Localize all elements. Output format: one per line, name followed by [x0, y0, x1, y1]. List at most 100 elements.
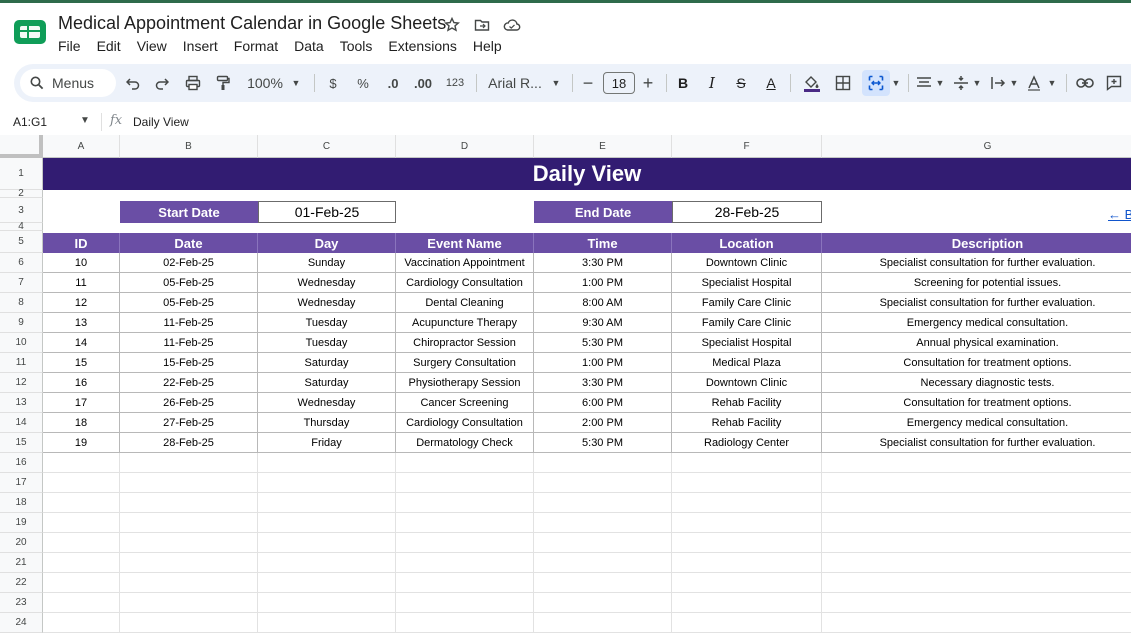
- currency-format-button[interactable]: $: [324, 64, 342, 102]
- empty-cell[interactable]: [43, 453, 120, 473]
- row-header-11[interactable]: 11: [0, 353, 43, 373]
- cell-date[interactable]: 15-Feb-25: [120, 353, 258, 373]
- row-header-17[interactable]: 17: [0, 473, 43, 493]
- row-header-21[interactable]: 21: [0, 553, 43, 573]
- text-color-button[interactable]: A: [762, 64, 780, 102]
- text-rotation-icon[interactable]: [1024, 64, 1044, 102]
- cell-description[interactable]: Screening for potential issues.: [822, 273, 1131, 293]
- empty-cell[interactable]: [534, 453, 672, 473]
- decrease-decimal-button[interactable]: .0: [382, 64, 404, 102]
- empty-cell[interactable]: [120, 473, 258, 493]
- search-menus-button[interactable]: Menus: [20, 69, 116, 97]
- table-header-date[interactable]: Date: [120, 233, 258, 253]
- cell-day[interactable]: Tuesday: [258, 313, 396, 333]
- empty-cell[interactable]: [258, 473, 396, 493]
- empty-cell[interactable]: [120, 493, 258, 513]
- bold-button[interactable]: B: [674, 64, 692, 102]
- cell-description[interactable]: Specialist consultation for further eval…: [822, 293, 1131, 313]
- cell-id[interactable]: 15: [43, 353, 120, 373]
- empty-cell[interactable]: [672, 493, 822, 513]
- cell-day[interactable]: Thursday: [258, 413, 396, 433]
- menu-file[interactable]: File: [50, 38, 89, 54]
- empty-cell[interactable]: [258, 513, 396, 533]
- cell-location[interactable]: Downtown Clinic: [672, 253, 822, 273]
- cell-location[interactable]: Family Care Clinic: [672, 313, 822, 333]
- cell-id[interactable]: 16: [43, 373, 120, 393]
- text-wrapping-icon[interactable]: [988, 64, 1008, 102]
- table-header-day[interactable]: Day: [258, 233, 396, 253]
- empty-cell[interactable]: [396, 613, 534, 633]
- empty-cell[interactable]: [258, 453, 396, 473]
- back-link[interactable]: ← B: [1108, 207, 1131, 222]
- row-header-6[interactable]: 6: [0, 253, 43, 273]
- cell-date[interactable]: 05-Feb-25: [120, 273, 258, 293]
- name-box[interactable]: A1:G1: [13, 115, 47, 129]
- empty-cell[interactable]: [258, 493, 396, 513]
- cell-id[interactable]: 12: [43, 293, 120, 313]
- wrap-dropdown-icon[interactable]: ▼: [1008, 64, 1020, 102]
- empty-cell[interactable]: [534, 553, 672, 573]
- empty-cell[interactable]: [120, 573, 258, 593]
- empty-cell[interactable]: [258, 553, 396, 573]
- empty-cell[interactable]: [822, 573, 1131, 593]
- empty-cell[interactable]: [258, 593, 396, 613]
- cell-event-name[interactable]: Vaccination Appointment: [396, 253, 534, 273]
- sheet-title-banner[interactable]: Daily View: [43, 158, 1131, 190]
- cell-time[interactable]: 5:30 PM: [534, 333, 672, 353]
- document-title[interactable]: Medical Appointment Calendar in Google S…: [58, 13, 446, 34]
- cell-id[interactable]: 13: [43, 313, 120, 333]
- cell-day[interactable]: Saturday: [258, 353, 396, 373]
- table-header-location[interactable]: Location: [672, 233, 822, 253]
- column-header-g[interactable]: G: [822, 135, 1131, 158]
- empty-cell[interactable]: [822, 533, 1131, 553]
- sheets-logo-icon[interactable]: [14, 20, 46, 44]
- empty-cell[interactable]: [672, 593, 822, 613]
- row-header-2[interactable]: 2: [0, 188, 43, 199]
- cell-event-name[interactable]: Dermatology Check: [396, 433, 534, 453]
- row-header-12[interactable]: 12: [0, 373, 43, 393]
- cell-day[interactable]: Wednesday: [258, 393, 396, 413]
- font-family-select[interactable]: Arial R...: [484, 64, 546, 102]
- cell-time[interactable]: 3:30 PM: [534, 253, 672, 273]
- horizontal-align-icon[interactable]: [914, 64, 934, 102]
- empty-cell[interactable]: [534, 533, 672, 553]
- cell-event-name[interactable]: Acupuncture Therapy: [396, 313, 534, 333]
- cell-event-name[interactable]: Cardiology Consultation: [396, 413, 534, 433]
- row-header-14[interactable]: 14: [0, 413, 43, 433]
- empty-cell[interactable]: [396, 533, 534, 553]
- empty-cell[interactable]: [672, 473, 822, 493]
- cell-location[interactable]: Medical Plaza: [672, 353, 822, 373]
- cell-day[interactable]: Sunday: [258, 253, 396, 273]
- empty-cell[interactable]: [396, 513, 534, 533]
- cell-event-name[interactable]: Surgery Consultation: [396, 353, 534, 373]
- font-size-increase-button[interactable]: +: [640, 64, 656, 102]
- cell-id[interactable]: 19: [43, 433, 120, 453]
- row-header-23[interactable]: 23: [0, 593, 43, 613]
- cell-location[interactable]: Specialist Hospital: [672, 333, 822, 353]
- cell-id[interactable]: 11: [43, 273, 120, 293]
- end-date-value[interactable]: 28-Feb-25: [672, 201, 822, 223]
- empty-cell[interactable]: [822, 593, 1131, 613]
- vertical-align-icon[interactable]: [951, 64, 971, 102]
- cell-day[interactable]: Saturday: [258, 373, 396, 393]
- cell-day[interactable]: Wednesday: [258, 273, 396, 293]
- column-header-e[interactable]: E: [534, 135, 672, 158]
- empty-cell[interactable]: [120, 453, 258, 473]
- empty-cell[interactable]: [43, 533, 120, 553]
- name-box-dropdown-icon[interactable]: ▼: [80, 115, 90, 126]
- font-size-decrease-button[interactable]: −: [580, 64, 596, 102]
- empty-cell[interactable]: [822, 513, 1131, 533]
- cell-description[interactable]: Emergency medical consultation.: [822, 313, 1131, 333]
- menu-extensions[interactable]: Extensions: [380, 38, 464, 54]
- empty-cell[interactable]: [120, 533, 258, 553]
- cell-id[interactable]: 18: [43, 413, 120, 433]
- empty-cell[interactable]: [43, 613, 120, 633]
- column-header-d[interactable]: D: [396, 135, 534, 158]
- fill-color-icon[interactable]: [800, 64, 824, 102]
- insert-comment-icon[interactable]: [1103, 64, 1125, 102]
- empty-cell[interactable]: [672, 533, 822, 553]
- row-header-15[interactable]: 15: [0, 433, 43, 453]
- cell-id[interactable]: 17: [43, 393, 120, 413]
- cell-location[interactable]: Rehab Facility: [672, 393, 822, 413]
- cell-id[interactable]: 10: [43, 253, 120, 273]
